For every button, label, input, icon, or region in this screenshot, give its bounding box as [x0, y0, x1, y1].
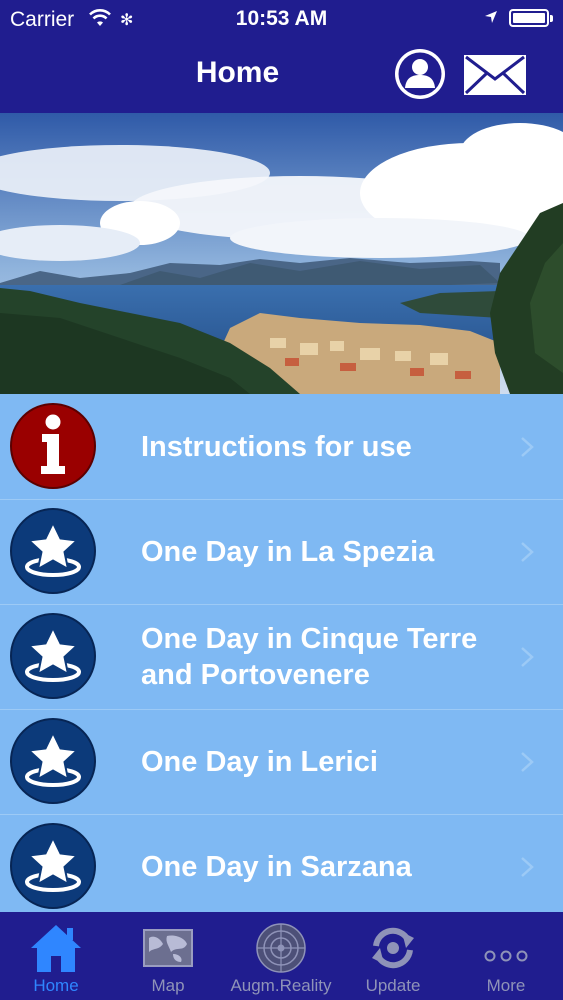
tab-label: Augm.Reality — [230, 976, 332, 995]
status-bar: Carrier ✻ 10:53 AM — [0, 0, 563, 38]
star-icon — [10, 613, 96, 699]
tab-bar: Home Map Augm.Reality Update More — [0, 912, 563, 1000]
hero-image — [0, 113, 563, 394]
map-icon — [143, 929, 193, 967]
list-item-label: One Day in Sarzana — [141, 850, 412, 883]
tab-update[interactable]: Update — [337, 912, 449, 1000]
tab-augmented-reality[interactable]: Augm.Reality — [225, 912, 337, 1000]
list-item-label: One Day in La Spezia — [141, 535, 435, 568]
list-item-label: One Day in Cinque Terre and Portovenere — [141, 622, 478, 691]
info-icon — [10, 403, 96, 489]
list-item-lerici[interactable]: One Day in Lerici — [0, 709, 563, 815]
radar-icon — [256, 923, 306, 973]
star-icon — [10, 823, 96, 909]
home-icon — [31, 925, 81, 972]
tab-more[interactable]: More — [450, 912, 562, 1000]
tab-label: More — [486, 976, 526, 995]
profile-button[interactable] — [393, 47, 447, 101]
chevron-right-icon — [521, 647, 534, 667]
refresh-icon — [372, 927, 414, 969]
list-item-sarzana[interactable]: One Day in Sarzana — [0, 814, 563, 912]
location-arrow-icon — [485, 11, 497, 23]
tab-home[interactable]: Home — [0, 912, 112, 1000]
menu-list: Instructions for use One Day in La Spezi… — [0, 394, 563, 912]
star-icon — [10, 508, 96, 594]
battery-icon — [509, 9, 553, 27]
list-item-cinque-terre[interactable]: One Day in Cinque Terre and Portovenere — [0, 604, 563, 710]
tab-label: Home — [33, 976, 79, 995]
chevron-right-icon — [521, 542, 534, 562]
star-icon — [10, 718, 96, 804]
tab-map[interactable]: Map — [112, 912, 224, 1000]
tab-label: Map — [151, 976, 185, 995]
chevron-right-icon — [521, 752, 534, 772]
more-icon — [484, 950, 528, 962]
tab-label: Update — [365, 976, 421, 995]
status-time: 10:53 AM — [235, 7, 328, 30]
list-item-la-spezia[interactable]: One Day in La Spezia — [0, 499, 563, 605]
top-bar: Carrier ✻ 10:53 AM Home — [0, 0, 563, 113]
list-item-label: One Day in Lerici — [141, 745, 378, 778]
chevron-right-icon — [521, 437, 534, 457]
chevron-right-icon — [521, 857, 534, 877]
list-item-instructions[interactable]: Instructions for use — [0, 394, 563, 500]
mail-button[interactable] — [463, 54, 527, 96]
list-item-label: Instructions for use — [141, 430, 412, 463]
